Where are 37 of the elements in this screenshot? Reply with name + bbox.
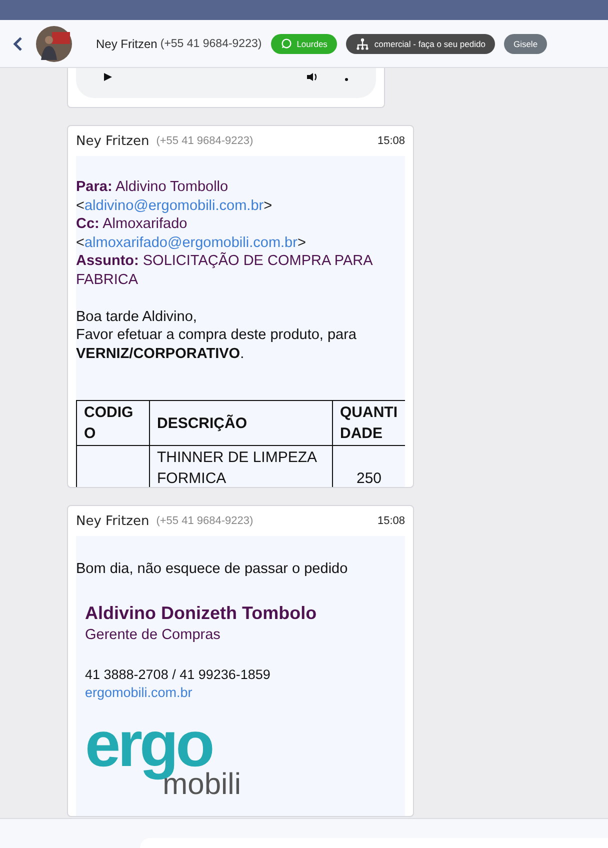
bracket: < [76, 234, 84, 251]
email-text: Boa tarde Aldivino, [76, 308, 198, 326]
bracket: > [264, 198, 272, 214]
message-time: 15:08 [377, 515, 405, 527]
signature-phones: 41 3888-2708 / 41 99236-1859 [85, 667, 272, 682]
email-link[interactable]: aldivino@ergomobili.com.br [84, 198, 264, 214]
avatar [36, 26, 72, 62]
table-header: CODIGO [76, 400, 150, 446]
message-time: 15:08 [377, 135, 405, 147]
email-header-field: Cc: Almoxarifado [76, 215, 405, 234]
website-link[interactable]: ergomobili.com.br [85, 685, 405, 700]
whatsapp-icon [280, 38, 292, 49]
email-header-field: Assunto: SOLICITAÇÃO DE COMPRA PARA FABRICA [76, 252, 405, 290]
table-header: QUANTIDADE [332, 400, 405, 446]
email-text: Favor efetuar a compra deste produto, para VERNIZ/CORPORATIVO. [76, 326, 358, 364]
tag[interactable]: comercial - faça o seu pedido [346, 34, 496, 54]
bracket: > [297, 234, 306, 251]
signature-role: Gerente de Compras [85, 627, 222, 643]
table-header: DESCRIÇÃO [150, 400, 332, 446]
contact-phone: (+55 41 9684-9223) [160, 38, 262, 50]
sender-name: Ney Fritzen [76, 514, 150, 528]
bracket: < [76, 198, 84, 214]
play-icon[interactable] [104, 73, 112, 81]
sender-phone: (+55 41 9684-9223) [156, 135, 254, 147]
back-button[interactable] [13, 36, 25, 52]
flow-icon [356, 38, 370, 50]
volume-icon[interactable] [307, 73, 319, 81]
signature-name: Aldivino Donizeth Tombolo [85, 603, 318, 624]
email-link[interactable]: almoxarifado@ergomobili.com.br [84, 234, 298, 251]
contact-name: Ney Fritzen [96, 36, 158, 50]
sender-name: Ney Fritzen [76, 134, 150, 148]
company-logo: ergo mobili [85, 718, 242, 800]
sender-phone: (+55 41 9684-9223) [156, 515, 254, 527]
message-text: Bom dia, não esquece de passar o pedido [76, 561, 349, 577]
tag[interactable]: Gisele [504, 34, 547, 54]
email-header-field: Para: Aldivino Tombollo [76, 178, 405, 197]
tag[interactable]: Lourdes [270, 34, 338, 54]
